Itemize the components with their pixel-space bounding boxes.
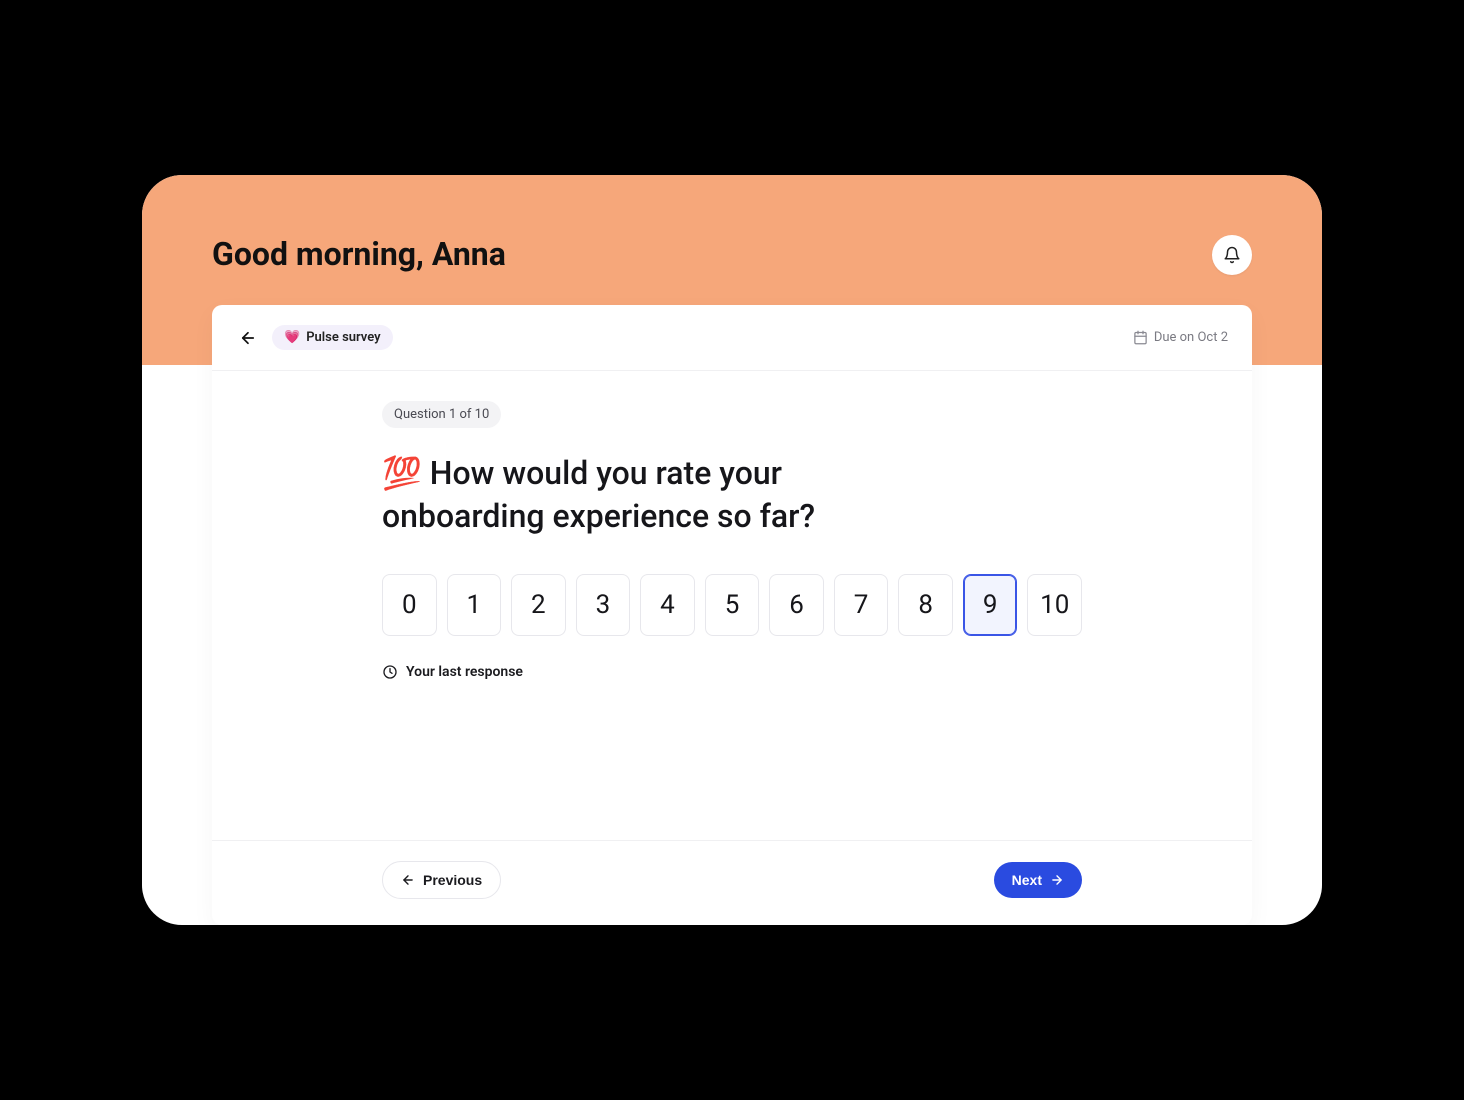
rating-option-1[interactable]: 1 bbox=[447, 574, 502, 636]
notifications-button[interactable] bbox=[1212, 235, 1252, 275]
arrow-left-icon bbox=[401, 873, 415, 887]
card-header: 💗 Pulse survey Due on Oct 2 bbox=[212, 305, 1252, 371]
question-text: How would you rate your onboarding exper… bbox=[382, 454, 815, 535]
rating-option-7[interactable]: 7 bbox=[834, 574, 889, 636]
card-body: Question 1 of 10 💯 How would you rate yo… bbox=[212, 371, 1252, 840]
rating-option-5[interactable]: 5 bbox=[705, 574, 760, 636]
card-header-left: 💗 Pulse survey bbox=[236, 325, 393, 350]
rating-option-3[interactable]: 3 bbox=[576, 574, 631, 636]
arrow-right-icon bbox=[1050, 873, 1064, 887]
survey-pill[interactable]: 💗 Pulse survey bbox=[272, 325, 393, 350]
rating-option-9[interactable]: 9 bbox=[963, 574, 1018, 636]
due-text: Due on Oct 2 bbox=[1154, 330, 1228, 345]
rating-option-0[interactable]: 0 bbox=[382, 574, 437, 636]
arrow-left-icon bbox=[239, 329, 257, 347]
due-label: Due on Oct 2 bbox=[1133, 330, 1228, 345]
card-footer: Previous Next bbox=[212, 840, 1252, 925]
question-title: 💯 How would you rate your onboarding exp… bbox=[382, 452, 942, 538]
greeting-text: Good morning, Anna bbox=[212, 235, 506, 273]
rating-option-2[interactable]: 2 bbox=[511, 574, 566, 636]
rating-option-10[interactable]: 10 bbox=[1027, 574, 1082, 636]
question-counter-badge: Question 1 of 10 bbox=[382, 401, 501, 428]
next-button[interactable]: Next bbox=[994, 862, 1082, 898]
previous-label: Previous bbox=[423, 872, 482, 888]
calendar-icon bbox=[1133, 330, 1148, 345]
app-root: Good morning, Anna bbox=[142, 175, 1322, 925]
last-response-text: Your last response bbox=[406, 664, 523, 680]
question-emoji-icon: 💯 bbox=[382, 454, 422, 492]
device-frame: Good morning, Anna bbox=[142, 175, 1322, 925]
next-label: Next bbox=[1012, 872, 1042, 888]
rating-option-4[interactable]: 4 bbox=[640, 574, 695, 636]
clock-icon bbox=[382, 664, 398, 680]
heart-icon: 💗 bbox=[284, 330, 300, 345]
rating-option-8[interactable]: 8 bbox=[898, 574, 953, 636]
survey-pill-label: Pulse survey bbox=[306, 330, 380, 345]
rating-scale: 012345678910 bbox=[382, 574, 1082, 636]
previous-button[interactable]: Previous bbox=[382, 861, 501, 899]
rating-option-6[interactable]: 6 bbox=[769, 574, 824, 636]
survey-card: 💗 Pulse survey Due on Oct 2 bbox=[212, 305, 1252, 925]
last-response-link[interactable]: Your last response bbox=[382, 664, 523, 680]
back-button[interactable] bbox=[236, 326, 260, 350]
bell-icon bbox=[1223, 246, 1241, 264]
